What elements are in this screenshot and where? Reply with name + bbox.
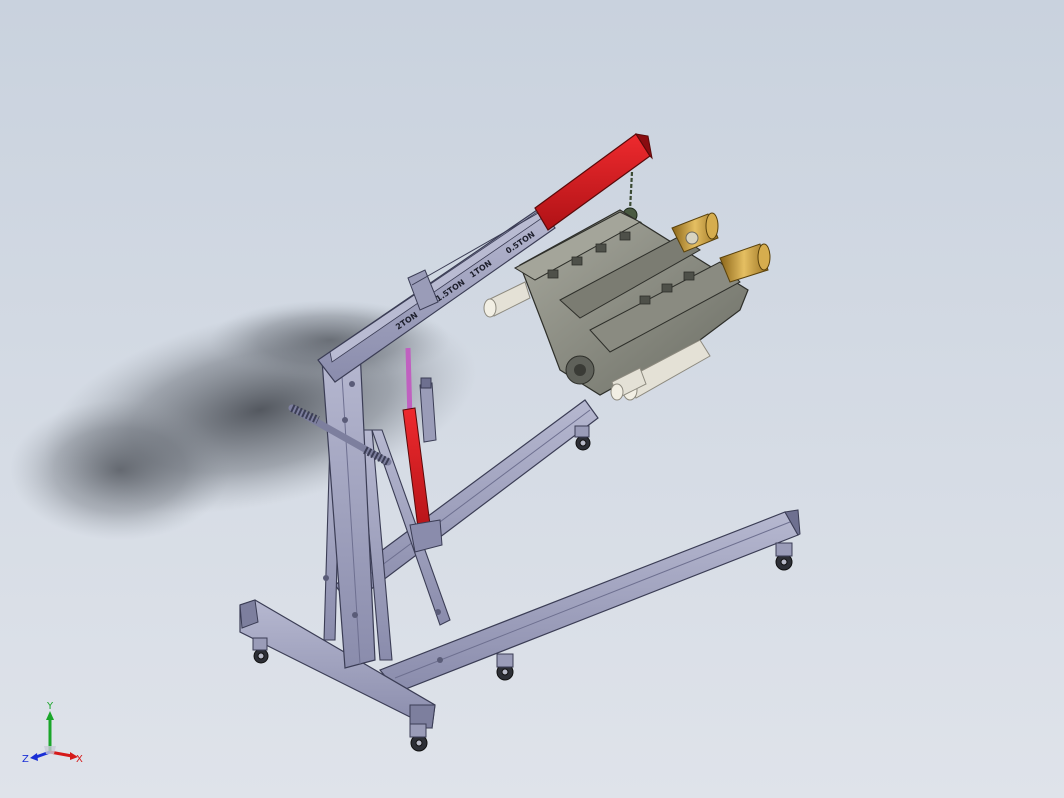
z-axis-label: Z: [22, 754, 29, 765]
engine-hoist-model[interactable]: 2TON 1.5TON 1TON 0.5TON: [0, 0, 1064, 798]
y-axis-label: Y: [46, 701, 54, 712]
triad-origin: [44, 746, 56, 754]
y-axis-arrow: [46, 711, 54, 720]
coordinate-triad: Y X Z: [22, 701, 83, 765]
x-axis-label: X: [76, 754, 83, 765]
cad-viewport[interactable]: 2TON 1.5TON 1TON 0.5TON Y X Z: [0, 0, 1064, 798]
z-axis-arrow: [30, 753, 38, 761]
